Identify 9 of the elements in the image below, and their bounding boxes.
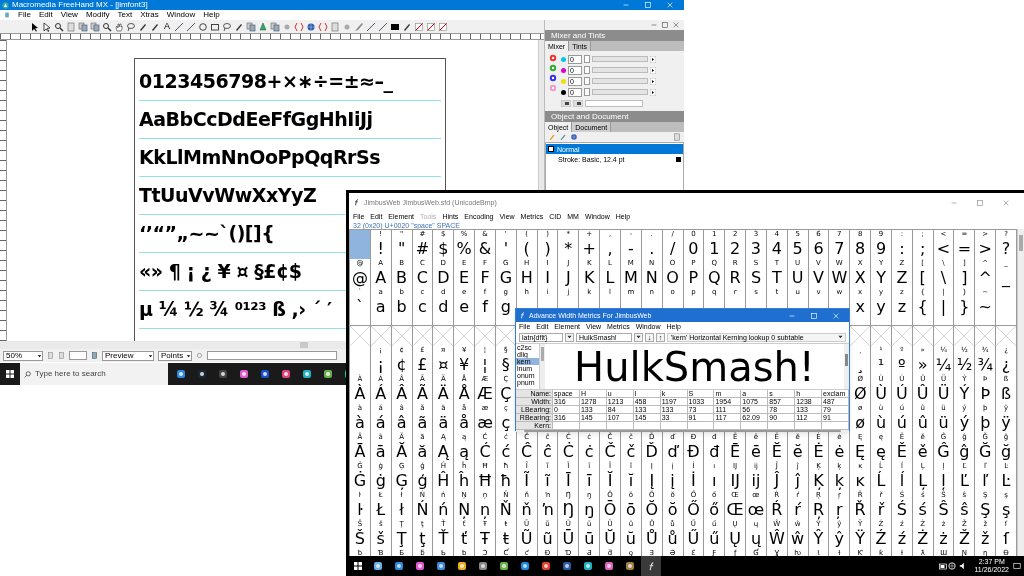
preview-text: HulkSmash! — [574, 346, 815, 387]
window-title: Macromedia FreeHand MX - [jimfont3] — [12, 1, 148, 9]
sample-text: µ ¼ ½ ¾ ⁰¹²³ ß ,› ´ ′ — [139, 300, 332, 319]
sample-text: «» ¶ ¡ ¿ ¥ ¤ §£¢$ — [139, 262, 302, 281]
sample-text: ‘’“”„~~`()[]{ — [139, 224, 275, 243]
sample-text: TtUuVvWwXxYyZ — [139, 186, 317, 205]
sample-text: KkLlMmNnOoPpQqRrSs — [139, 148, 381, 167]
sample-text: 0123456798+×∗÷=±≈–_ — [139, 72, 393, 91]
sample-text: AaBbCcDdEeFfGgHhIiJj — [139, 110, 373, 129]
